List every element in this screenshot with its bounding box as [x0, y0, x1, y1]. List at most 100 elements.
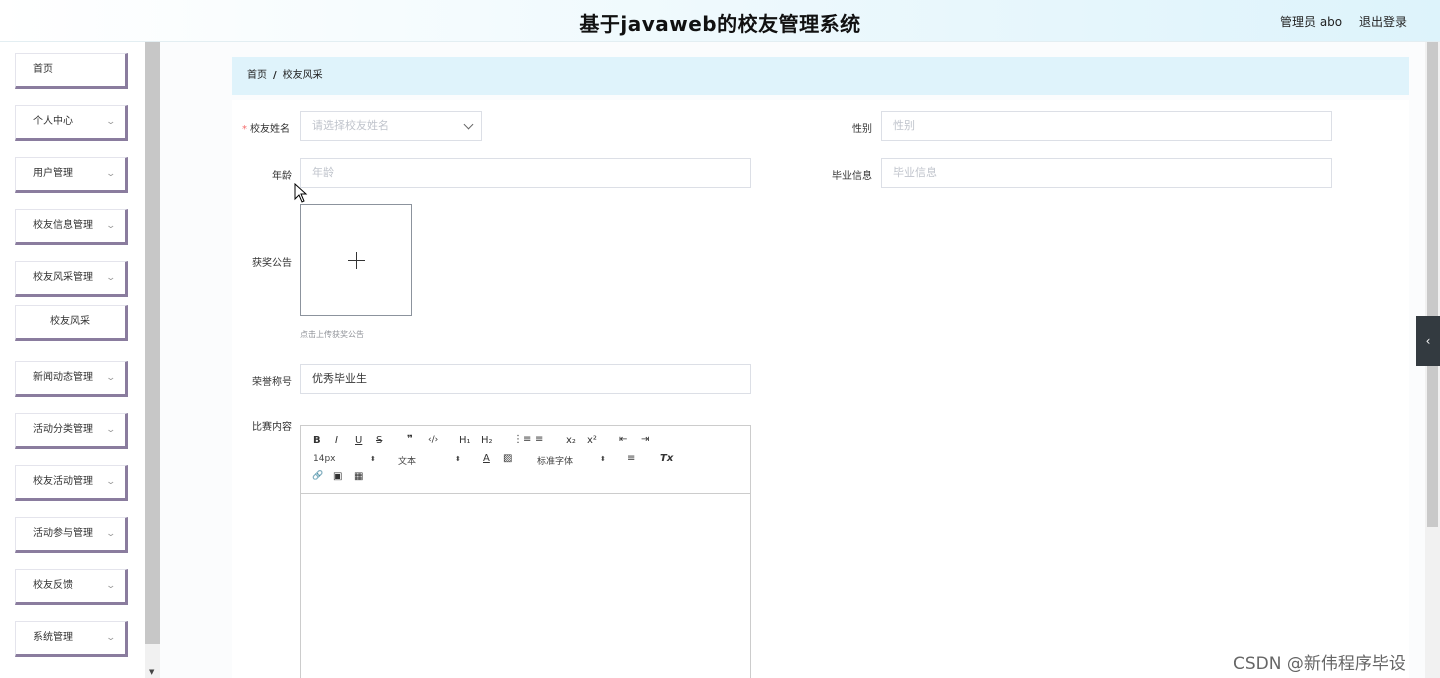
image-button[interactable]: ▣	[333, 471, 342, 482]
age-label: 年龄	[272, 171, 292, 182]
text-style-value: 文本	[398, 457, 417, 467]
breadcrumb-current: 校友风采	[282, 70, 323, 81]
chevron-down-icon: ⌄	[105, 425, 117, 435]
sidebar-item-alumni-activity[interactable]: 校友活动管理 ⌄	[15, 465, 128, 501]
sidebar-item-label: 校友反馈	[33, 580, 73, 591]
chevron-down-icon: ⌄	[105, 373, 117, 383]
strike-button[interactable]: S	[376, 435, 382, 446]
sidebar-item-alumni-style-management[interactable]: 校友风采管理 ⌄	[15, 261, 128, 297]
editor-content-area[interactable]	[301, 494, 750, 678]
underline-button[interactable]: U	[355, 435, 362, 446]
editor-toolbar: B I U S ❞ ‹/› H₁ H₂ ⋮≡ ≡ x₂ x² ⇤ ⇥ 14px ⬍…	[301, 426, 750, 494]
align-button[interactable]: ≡	[627, 453, 635, 464]
gender-label: 性别	[852, 124, 872, 135]
h1-button[interactable]: H₁	[459, 435, 471, 446]
clean-format-button[interactable]: Tx	[660, 453, 673, 464]
required-mark: *	[242, 124, 247, 135]
system-title: 基于javaweb的校友管理系统	[579, 12, 861, 36]
video-button[interactable]: ▦	[354, 471, 363, 482]
honor-input[interactable]: 优秀毕业生	[300, 364, 751, 394]
chevron-left-icon: ‹	[1425, 334, 1431, 348]
chevron-down-icon: ⌄	[105, 581, 117, 591]
breadcrumb: 首页 / 校友风采	[232, 57, 1409, 95]
ordered-list-button[interactable]: ⋮≡	[513, 434, 531, 445]
current-user: 管理员 abo	[1280, 15, 1343, 29]
indent-button[interactable]: ⇥	[641, 434, 649, 445]
quote-button[interactable]: ❞	[407, 434, 413, 445]
contest-label: 比赛内容	[252, 422, 292, 433]
superscript-button[interactable]: x²	[587, 435, 597, 446]
mouse-cursor-icon	[294, 183, 308, 203]
chevron-down-icon: ⌄	[105, 273, 117, 283]
honor-label: 荣誉称号	[252, 377, 292, 388]
sidebar-item-label: 活动参与管理	[33, 528, 93, 539]
sidebar-item-label: 校友风采	[50, 316, 90, 327]
sidebar-item-news-management[interactable]: 新闻动态管理 ⌄	[15, 361, 128, 397]
main-content: 首页 / 校友风采 * 校友姓名 请选择校友姓名 性别 性别 年龄 年龄 毕业信息 毕…	[160, 42, 1425, 678]
plus-icon-vertical	[356, 252, 357, 269]
font-size-value: 14px	[313, 454, 336, 464]
sidebar-item-label: 系统管理	[33, 632, 73, 643]
font-family-select[interactable]: 标准字体 ⬍	[537, 454, 609, 467]
sidebar-item-home[interactable]: 首页	[15, 53, 128, 89]
scroll-down-icon[interactable]: ▼	[149, 668, 154, 676]
watermark: CSDN @新伟程序毕设	[1233, 654, 1406, 674]
chevron-down-icon: ⌄	[105, 529, 117, 539]
sidebar-item-alumni-feedback[interactable]: 校友反馈 ⌄	[15, 569, 128, 605]
chevron-down-icon: ⌄	[105, 117, 117, 127]
sidebar-item-label: 校友活动管理	[33, 476, 93, 487]
font-family-value: 标准字体	[537, 457, 574, 467]
sidebar-item-alumni-info[interactable]: 校友信息管理 ⌄	[15, 209, 128, 245]
sidebar-scrollbar-thumb[interactable]	[145, 42, 160, 644]
sidebar-item-activity-participation[interactable]: 活动参与管理 ⌄	[15, 517, 128, 553]
italic-button[interactable]: I	[335, 435, 338, 446]
sidebar-item-label: 用户管理	[33, 168, 73, 179]
bold-button[interactable]: B	[313, 435, 321, 446]
sidebar-menu: 首页 个人中心 ⌄ 用户管理 ⌄ 校友信息管理 ⌄ 校友风采管理 ⌄ 校友风采 …	[0, 42, 145, 678]
background-color-button[interactable]: ▨	[503, 453, 512, 464]
h2-button[interactable]: H₂	[481, 435, 493, 446]
rich-text-editor: B I U S ❞ ‹/› H₁ H₂ ⋮≡ ≡ x₂ x² ⇤ ⇥ 14px ⬍…	[300, 425, 751, 678]
sidebar-subitem-alumni-style[interactable]: 校友风采	[15, 305, 128, 341]
code-button[interactable]: ‹/›	[428, 435, 438, 445]
age-input[interactable]: 年龄	[300, 158, 751, 188]
breadcrumb-home[interactable]: 首页	[247, 70, 267, 81]
bullet-list-button[interactable]: ≡	[535, 434, 543, 445]
sidebar-item-system-management[interactable]: 系统管理 ⌄	[15, 621, 128, 657]
upload-tip: 点击上传获奖公告	[300, 330, 364, 339]
subscript-button[interactable]: x₂	[566, 435, 576, 446]
sidebar-item-label: 活动分类管理	[33, 424, 93, 435]
sidebar-item-user-management[interactable]: 用户管理 ⌄	[15, 157, 128, 193]
chevron-down-icon: ⌄	[105, 221, 117, 231]
font-color-button[interactable]: A	[483, 453, 490, 464]
page-scrollbar-thumb[interactable]	[1427, 42, 1438, 527]
sidebar-item-activity-category[interactable]: 活动分类管理 ⌄	[15, 413, 128, 449]
alumni-name-select[interactable]: 请选择校友姓名	[300, 111, 482, 141]
breadcrumb-separator: /	[273, 70, 277, 81]
chevron-down-icon: ⌄	[105, 633, 117, 643]
chevron-down-icon: ⌄	[105, 169, 117, 179]
text-style-select[interactable]: 文本 ⬍	[398, 454, 464, 467]
sidebar-item-label: 新闻动态管理	[33, 372, 93, 383]
alumni-name-label: * 校友姓名	[242, 124, 290, 135]
collapse-panel-button[interactable]: ‹	[1416, 316, 1440, 366]
sidebar-item-label: 首页	[33, 64, 53, 75]
graduation-label: 毕业信息	[832, 171, 872, 182]
age-placeholder: 年龄	[312, 166, 334, 179]
link-button[interactable]: 🔗	[312, 471, 323, 481]
award-upload-box[interactable]	[300, 204, 412, 316]
sidebar-item-label: 校友信息管理	[33, 220, 93, 231]
logout-link[interactable]: 退出登录	[1359, 13, 1407, 30]
top-header: 基于javaweb的校友管理系统 管理员 abo 退出登录	[0, 0, 1440, 42]
select-arrows-icon: ⬍	[455, 455, 461, 463]
sidebar-scrollbar[interactable]: ▼	[145, 42, 160, 678]
gender-input[interactable]: 性别	[881, 111, 1332, 141]
graduation-input[interactable]: 毕业信息	[881, 158, 1332, 188]
graduation-placeholder: 毕业信息	[893, 166, 937, 179]
outdent-button[interactable]: ⇤	[619, 434, 627, 445]
select-arrows-icon: ⬍	[600, 455, 606, 463]
sidebar-item-personal-center[interactable]: 个人中心 ⌄	[15, 105, 128, 141]
select-arrows-icon: ⬍	[370, 455, 376, 463]
alumni-name-placeholder: 请选择校友姓名	[312, 119, 389, 132]
font-size-select[interactable]: 14px ⬍	[313, 454, 379, 464]
